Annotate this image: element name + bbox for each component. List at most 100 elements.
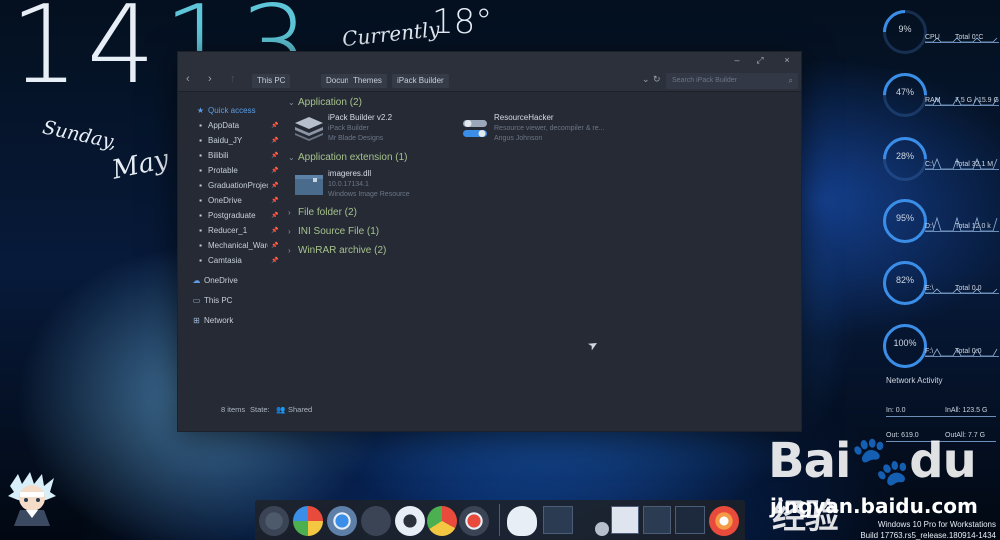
monitor-baseline	[925, 356, 999, 357]
folder-icon: ▪	[199, 136, 202, 145]
pin-icon: 📌	[271, 213, 279, 219]
folder-icon: ▪	[199, 181, 202, 190]
breadcrumb-themes[interactable]: Themes	[348, 74, 387, 88]
network-icon: ⊞	[193, 316, 200, 325]
sidebar-item[interactable]: ▪ Baidu_JY 📌	[196, 135, 278, 147]
sidebar-item[interactable]: ☁ OneDrive	[192, 275, 264, 287]
shared-icon: 👥	[276, 405, 286, 414]
chevron-down-icon: ⌄	[288, 98, 295, 107]
monitor-label: C:\	[925, 161, 934, 168]
pin-icon: 📌	[271, 168, 279, 174]
sidebar-item[interactable]: ▪ Camtasia 📌	[196, 255, 278, 267]
monitor-label: RAM	[925, 97, 941, 104]
sidebar-item[interactable]: ▭ This PC	[192, 295, 264, 307]
monitor-total: Total 32.1 M	[955, 161, 994, 168]
breadcrumb-this-pc[interactable]: This PC	[252, 74, 291, 88]
pin-icon: 📌	[271, 138, 279, 144]
browser-app-icon[interactable]	[327, 506, 357, 536]
chevron-right-icon: ›	[288, 227, 291, 236]
sidebar-item[interactable]: ▪ GraduationProject 📌	[196, 180, 278, 192]
month-label: May	[109, 144, 172, 186]
refresh-icon[interactable]: ↻	[653, 74, 661, 85]
pin-icon: 📌	[271, 183, 279, 189]
title-bar[interactable]: – ⤢ ×	[178, 52, 801, 70]
folder-icon: ▪	[199, 211, 202, 220]
sidebar-item-label: Protable	[208, 166, 238, 175]
group-file-folder[interactable]: › File folder (2)	[288, 207, 357, 218]
download-app-icon[interactable]	[361, 506, 391, 536]
window-thumbnail[interactable]	[611, 506, 639, 534]
sidebar-item-label: This PC	[204, 296, 233, 305]
maximize-button[interactable]: ⤢	[753, 55, 767, 66]
anime-character-avatar	[8, 472, 56, 526]
group-ini-source-file[interactable]: › INI Source File (1)	[288, 226, 379, 237]
monitor-row: 100% F:\ Total 0.0	[873, 314, 1000, 378]
usage-percent: 47%	[895, 87, 914, 97]
monitor-label: F:\	[925, 348, 934, 355]
search-input[interactable]: Search iPack Builder ⌕	[666, 73, 798, 89]
forward-arrow-icon[interactable]: ›	[208, 73, 212, 85]
window-thumbnail[interactable]	[643, 506, 671, 534]
dock	[255, 500, 745, 540]
monitor-total: Total 12.0 k	[955, 223, 991, 230]
screen-recorder-app-icon[interactable]	[459, 506, 489, 536]
file-tile-imageres-dll[interactable]: imageres.dll 10.0.17134.1 Windows Image …	[290, 169, 460, 203]
sidebar-item[interactable]: ▪ Protable 📌	[196, 165, 278, 177]
photo-app-icon[interactable]	[709, 506, 739, 536]
group-application[interactable]: ⌄ Application (2)	[288, 97, 362, 108]
file-tile-resourcehacker[interactable]: ResourceHacker Resource viewer, decompil…	[456, 113, 626, 147]
sidebar-item[interactable]: ★ Quick access	[196, 105, 268, 117]
sidebar-item[interactable]: ▪ Mechanical_Ware 📌	[196, 240, 278, 252]
group-winrar-archive[interactable]: › WinRAR archive (2)	[288, 245, 386, 256]
group-application-extension[interactable]: ⌄ Application extension (1)	[288, 152, 408, 163]
sidebar-item-label: Bilibili	[208, 151, 229, 160]
monitor-row: 95% D:\ Total 12.0 k	[873, 189, 1000, 253]
monitor-row: 28% C:\ Total 32.1 M	[873, 127, 1000, 191]
sidebar-item[interactable]: ▪ Postgraduate 📌	[196, 210, 278, 222]
chevron-right-icon: ›	[288, 246, 291, 255]
clock-hours: 14	[10, 0, 164, 108]
disc-app-icon[interactable]	[595, 522, 609, 536]
chevron-down-icon: ⌄	[288, 153, 295, 162]
file-tile-ipack-builder[interactable]: iPack Builder v2.2 iPack Builder Mr Blad…	[290, 113, 460, 147]
folder-icon: ▪	[199, 121, 202, 130]
window-thumbnail[interactable]	[543, 506, 573, 534]
window-thumbnail[interactable]	[675, 506, 705, 534]
monitor-app-icon[interactable]	[259, 506, 289, 536]
chevron-right-icon: ›	[288, 208, 291, 217]
sidebar-item[interactable]: ▪ OneDrive 📌	[196, 195, 278, 207]
close-button[interactable]: ×	[780, 55, 794, 65]
blob-app-icon[interactable]	[507, 506, 537, 536]
monitor-baseline	[925, 169, 999, 170]
monitor-row: 82% E:\ Total 0.0	[873, 251, 1000, 315]
sidebar-item-label: OneDrive	[208, 196, 242, 205]
sidebar-item[interactable]: ▪ Bilibili 📌	[196, 150, 278, 162]
network-in: In: 0.0	[886, 407, 906, 414]
up-arrow-icon[interactable]: ↑	[230, 73, 236, 85]
sidebar-item-label: Postgraduate	[208, 211, 256, 220]
sidebar-item-label: Network	[204, 316, 234, 325]
monitor-total: 7.5 G / 15.9 G	[955, 97, 999, 104]
back-arrow-icon[interactable]: ‹	[186, 73, 190, 85]
star-icon: ★	[196, 106, 205, 115]
navigation-pane: ★ Quick access ▪ AppData 📌 ▪ Baidu_JY 📌 ▪ Bilibil…	[178, 93, 288, 413]
sidebar-item-label: Baidu_JY	[208, 136, 243, 145]
pin-icon: 📌	[271, 258, 279, 264]
sidebar-item[interactable]: ▪ Reducer_1 📌	[196, 225, 278, 237]
monitor-baseline	[925, 231, 999, 232]
sidebar-item[interactable]: ▪ AppData 📌	[196, 120, 278, 132]
sidebar-item-label: Reducer_1	[208, 226, 248, 235]
monitor-row: 47% RAM 7.5 G / 15.9 G	[873, 63, 1000, 127]
media-player-app-icon[interactable]	[395, 506, 425, 536]
state-label: State:	[250, 405, 270, 414]
minimize-button[interactable]: –	[730, 55, 744, 65]
sidebar-item[interactable]: ⊞ Network	[192, 315, 264, 327]
dll-file-icon	[295, 175, 323, 195]
chrome-app-icon[interactable]	[427, 506, 457, 536]
color-picker-app-icon[interactable]	[293, 506, 323, 536]
weather-label: Currently	[341, 16, 441, 52]
chevron-down-icon[interactable]: ⌄	[642, 74, 650, 85]
monitor-total: Total 0.0	[955, 348, 982, 355]
usage-percent: 95%	[895, 213, 914, 223]
breadcrumb-ipack-builder[interactable]: iPack Builder	[392, 74, 449, 88]
